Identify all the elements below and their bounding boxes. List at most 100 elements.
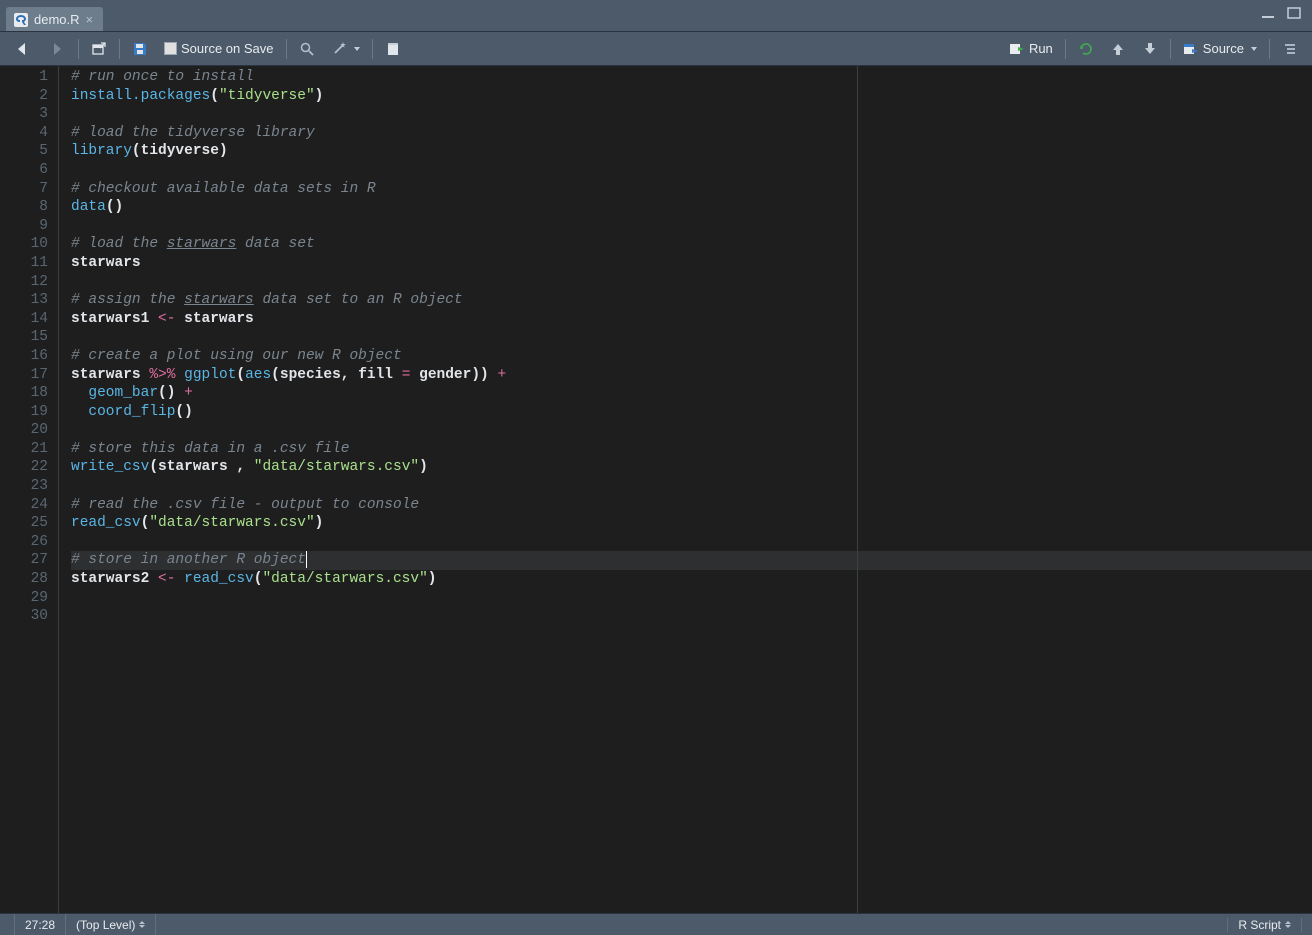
line-number: 6	[0, 161, 58, 180]
outline-button[interactable]	[1278, 39, 1302, 59]
code-line[interactable]	[71, 328, 1312, 347]
go-to-prev-section-button[interactable]	[1106, 39, 1130, 59]
line-number: 14	[0, 310, 58, 329]
tab-close-icon[interactable]: ×	[86, 12, 94, 27]
line-number: 23	[0, 477, 58, 496]
code-line[interactable]: # run once to install	[71, 68, 1312, 87]
nav-back-button[interactable]	[10, 39, 36, 59]
updown-icon	[139, 921, 145, 928]
code-line[interactable]	[71, 273, 1312, 292]
source-button[interactable]: Source	[1179, 39, 1261, 59]
save-button[interactable]	[128, 39, 152, 59]
run-label: Run	[1029, 41, 1053, 56]
code-line[interactable]: starwars	[71, 254, 1312, 273]
code-line[interactable]: # assign the starwars data set to an R o…	[71, 291, 1312, 310]
line-number: 8	[0, 198, 58, 217]
code-line[interactable]: # load the tidyverse library	[71, 124, 1312, 143]
code-line[interactable]: # store in another R object	[71, 551, 1312, 570]
code-line[interactable]	[71, 421, 1312, 440]
print-margin-line	[857, 66, 858, 913]
code-line[interactable]	[71, 161, 1312, 180]
line-number: 16	[0, 347, 58, 366]
file-type-label: R Script	[1238, 918, 1281, 932]
run-button[interactable]: Run	[1005, 39, 1057, 59]
cursor-position[interactable]: 27:28	[14, 914, 66, 935]
file-tab[interactable]: demo.R ×	[6, 7, 103, 31]
code-line[interactable]: starwars2 <- read_csv("data/starwars.csv…	[71, 570, 1312, 589]
nav-forward-button[interactable]	[44, 39, 70, 59]
text-cursor	[306, 551, 307, 568]
run-icon	[1009, 41, 1025, 57]
code-line[interactable]: starwars1 <- starwars	[71, 310, 1312, 329]
code-line[interactable]: # checkout available data sets in R	[71, 180, 1312, 199]
code-line[interactable]	[71, 589, 1312, 608]
separator	[286, 39, 287, 59]
arrow-down-icon	[1142, 41, 1158, 57]
line-number: 9	[0, 217, 58, 236]
go-to-next-section-button[interactable]	[1138, 39, 1162, 59]
tab-filename: demo.R	[34, 12, 80, 27]
line-number: 30	[0, 607, 58, 626]
separator	[1170, 39, 1171, 59]
compile-report-button[interactable]	[381, 39, 405, 59]
code-line[interactable]: install.packages("tidyverse")	[71, 87, 1312, 106]
code-line[interactable]: # read the .csv file - output to console	[71, 496, 1312, 515]
code-line[interactable]	[71, 607, 1312, 626]
line-number: 11	[0, 254, 58, 273]
minimize-pane-icon[interactable]	[1260, 6, 1278, 20]
scope-label: (Top Level)	[76, 918, 135, 932]
chevron-down-icon	[354, 47, 360, 51]
code-line[interactable]	[71, 217, 1312, 236]
rerun-button[interactable]	[1074, 39, 1098, 59]
code-line[interactable]: library(tidyverse)	[71, 142, 1312, 161]
code-line[interactable]: data()	[71, 198, 1312, 217]
outline-icon	[1282, 41, 1298, 57]
line-number: 27	[0, 551, 58, 570]
code-line[interactable]: coord_flip()	[71, 403, 1312, 422]
search-icon	[299, 41, 315, 57]
popout-icon	[91, 41, 107, 57]
code-line[interactable]	[71, 105, 1312, 124]
separator	[78, 39, 79, 59]
line-number: 15	[0, 328, 58, 347]
updown-icon	[1285, 921, 1291, 928]
code-tools-button[interactable]	[327, 39, 364, 59]
maximize-pane-icon[interactable]	[1286, 6, 1304, 20]
r-file-icon	[14, 13, 28, 27]
show-in-new-window-button[interactable]	[87, 39, 111, 59]
cursor-position-value: 27:28	[25, 918, 55, 932]
line-number: 7	[0, 180, 58, 199]
line-number: 17	[0, 366, 58, 385]
line-number: 2	[0, 87, 58, 106]
status-bar: 27:28 (Top Level) R Script	[0, 913, 1312, 935]
line-number: 12	[0, 273, 58, 292]
code-line[interactable]	[71, 477, 1312, 496]
code-line[interactable]	[71, 533, 1312, 552]
separator	[1269, 39, 1270, 59]
code-line[interactable]: # create a plot using our new R object	[71, 347, 1312, 366]
line-number: 24	[0, 496, 58, 515]
wand-icon	[331, 41, 347, 57]
source-on-save-toggle[interactable]: Source on Save	[160, 39, 278, 58]
code-line[interactable]: geom_bar() +	[71, 384, 1312, 403]
separator	[1065, 39, 1066, 59]
line-number: 19	[0, 403, 58, 422]
code-editor[interactable]: 1234567891011121314151617181920212223242…	[0, 66, 1312, 913]
code-line[interactable]: # store this data in a .csv file	[71, 440, 1312, 459]
file-type-selector[interactable]: R Script	[1227, 918, 1302, 932]
scope-selector[interactable]: (Top Level)	[66, 914, 156, 935]
line-number: 10	[0, 235, 58, 254]
code-line[interactable]: write_csv(starwars , "data/starwars.csv"…	[71, 458, 1312, 477]
find-replace-button[interactable]	[295, 39, 319, 59]
chevron-down-icon	[1251, 47, 1257, 51]
code-area[interactable]: # run once to installinstall.packages("t…	[59, 66, 1312, 913]
separator	[372, 39, 373, 59]
line-number: 26	[0, 533, 58, 552]
line-number: 21	[0, 440, 58, 459]
line-number: 18	[0, 384, 58, 403]
line-number: 1	[0, 68, 58, 87]
code-line[interactable]: read_csv("data/starwars.csv")	[71, 514, 1312, 533]
line-number: 22	[0, 458, 58, 477]
code-line[interactable]: starwars %>% ggplot(aes(species, fill = …	[71, 366, 1312, 385]
code-line[interactable]: # load the starwars data set	[71, 235, 1312, 254]
